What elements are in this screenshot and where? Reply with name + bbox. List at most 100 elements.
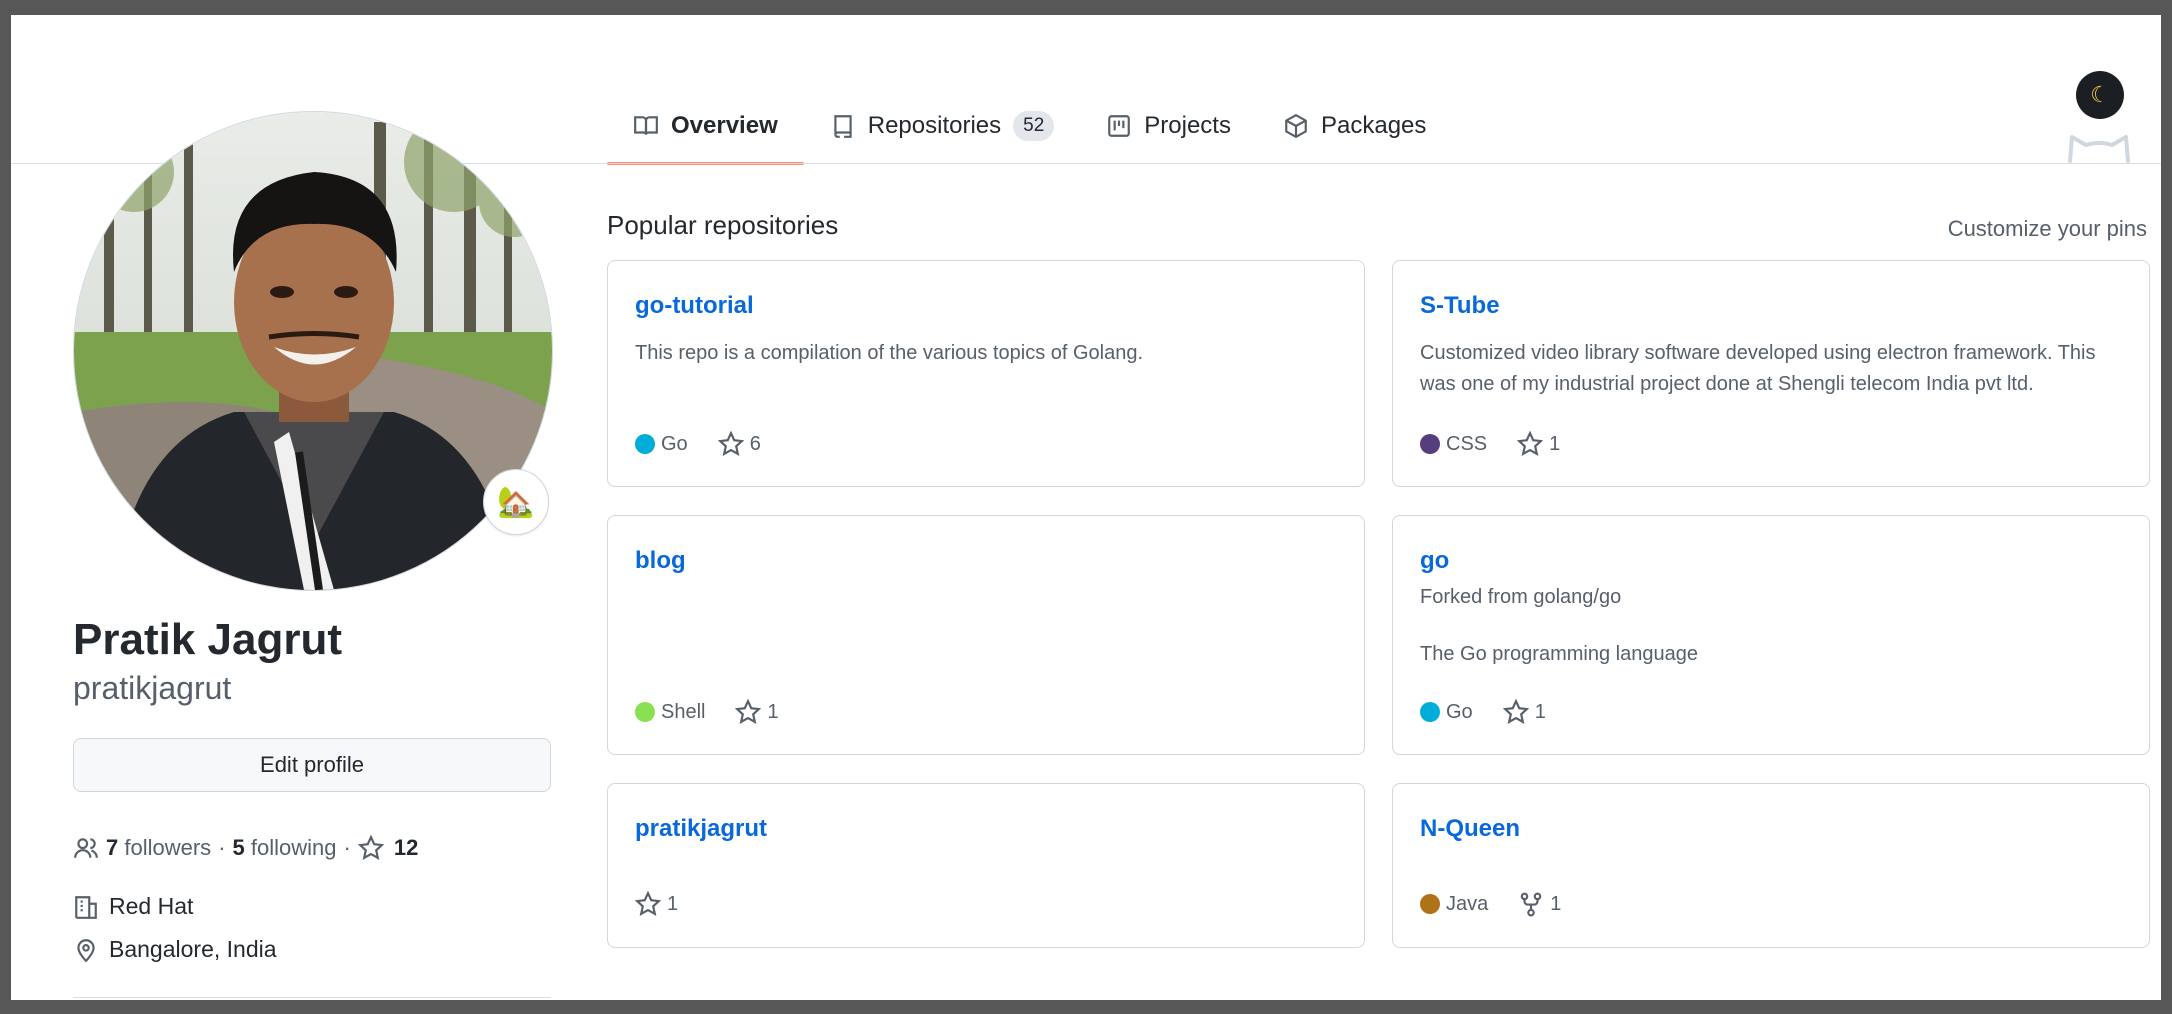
- repo-language: CSS: [1420, 433, 1487, 456]
- pinned-repo-card: blog Shell 1: [607, 515, 1365, 755]
- repo-stars[interactable]: 1: [1517, 431, 1560, 457]
- profile-page: Overview Repositories 52 Projects Packag…: [11, 15, 2161, 1000]
- tab-repositories[interactable]: Repositories 52: [804, 100, 1081, 151]
- octocat-corner-icon: [2068, 135, 2130, 163]
- repo-name-link[interactable]: S-Tube: [1420, 292, 1500, 320]
- repo-forks[interactable]: 1: [1518, 891, 1561, 917]
- profile-location: Bangalore, India: [73, 936, 277, 963]
- organization-icon: [75, 895, 97, 919]
- status-emoji-badge[interactable]: 🏡: [483, 469, 549, 535]
- follow-stats: 7 followers · 5 following · 12: [73, 835, 418, 861]
- followers-link[interactable]: 7 followers: [106, 835, 211, 861]
- company-name: Red Hat: [109, 893, 194, 919]
- tab-label: Overview: [671, 111, 778, 139]
- repo-stars[interactable]: 6: [717, 431, 761, 457]
- repo-language: Java: [1420, 893, 1488, 916]
- repo-name-link[interactable]: blog: [635, 547, 686, 575]
- repo-stars[interactable]: 1: [635, 891, 678, 917]
- repo-name-link[interactable]: go: [1420, 547, 1449, 575]
- star-icon: [1517, 431, 1544, 456]
- following-label: following: [250, 835, 337, 860]
- tab-label: Repositories: [867, 111, 1002, 139]
- star-icon: [1502, 699, 1529, 724]
- avatar-photo: [74, 112, 552, 590]
- following-count: 5: [232, 835, 245, 860]
- language-name: Go: [1446, 700, 1473, 723]
- fork-icon: [1520, 892, 1542, 917]
- tab-overview[interactable]: Overview: [607, 100, 804, 165]
- repo-stars[interactable]: 1: [1502, 699, 1546, 725]
- star-icon: [717, 431, 744, 456]
- language-name: Shell: [661, 700, 706, 723]
- separator: ·: [218, 835, 226, 860]
- language-color-dot: [1420, 894, 1440, 914]
- repo-count-badge: 52: [1013, 110, 1055, 141]
- stars-link[interactable]: 12: [357, 835, 419, 861]
- pinned-repo-card: S-Tube Customized video library software…: [1392, 260, 2150, 487]
- profile-login: pratikjagrut: [73, 670, 232, 706]
- project-icon: [1108, 114, 1131, 137]
- theme-toggle-button[interactable]: ☾: [2076, 71, 2124, 119]
- repo-description: Customized video library software develo…: [1420, 342, 2096, 395]
- stars-count: 12: [393, 835, 419, 860]
- repo-stars[interactable]: 1: [735, 699, 779, 725]
- pinned-repo-card: N-Queen Java 1: [1392, 783, 2150, 948]
- tab-packages[interactable]: Packages: [1257, 100, 1452, 151]
- repo-description: The Go programming language: [1420, 643, 1698, 665]
- language-color-dot: [635, 702, 655, 722]
- language-name: Go: [661, 432, 688, 455]
- followers-label: followers: [124, 835, 212, 860]
- repo-meta: 1: [635, 891, 678, 917]
- pinned-title: Popular repositories: [607, 210, 839, 240]
- forked-from-link[interactable]: Forked from golang/go: [1420, 586, 1621, 609]
- star-icon: [735, 699, 762, 724]
- customize-pins-link[interactable]: Customize your pins: [1948, 216, 2147, 242]
- tab-label: Projects: [1144, 111, 1231, 139]
- fork-count: 1: [1550, 892, 1562, 915]
- language-color-dot: [635, 434, 655, 454]
- location-icon: [77, 938, 95, 962]
- repo-language: Shell: [635, 701, 705, 724]
- repo-name-link[interactable]: pratikjagrut: [635, 815, 767, 843]
- profile-tabs: Overview Repositories 52 Projects Packag…: [607, 100, 1452, 165]
- repo-meta: Java 1: [1420, 891, 1561, 917]
- language-color-dot: [1420, 434, 1440, 454]
- separator: ·: [343, 835, 351, 860]
- language-color-dot: [1420, 702, 1440, 722]
- language-name: CSS: [1446, 432, 1488, 455]
- language-name: Java: [1446, 892, 1489, 915]
- repo-meta: Shell 1: [635, 699, 779, 725]
- star-count: 6: [749, 432, 761, 455]
- pinned-repo-card: go-tutorial This repo is a compilation o…: [607, 260, 1365, 487]
- book-icon: [634, 115, 658, 135]
- repo-description: This repo is a compilation of the variou…: [635, 342, 1144, 364]
- repo-name-link[interactable]: N-Queen: [1420, 815, 1520, 843]
- repo-language: Go: [635, 433, 688, 456]
- repo-icon: [834, 114, 852, 138]
- repo-meta: Go 6: [635, 431, 761, 457]
- star-count: 1: [767, 700, 779, 723]
- star-count: 1: [1534, 700, 1546, 723]
- repo-meta: CSS 1: [1420, 431, 1560, 457]
- repo-language: Go: [1420, 701, 1473, 724]
- edit-profile-button[interactable]: Edit profile: [73, 738, 551, 792]
- people-icon: [74, 838, 98, 858]
- avatar[interactable]: [73, 111, 553, 591]
- star-count: 1: [667, 892, 679, 915]
- tab-label: Packages: [1320, 111, 1427, 139]
- star-icon: [357, 835, 384, 860]
- star-icon: [635, 891, 661, 916]
- repo-meta: Go 1: [1420, 699, 1546, 725]
- pinned-repo-card: go Forked from golang/go The Go programm…: [1392, 515, 2150, 755]
- tab-projects[interactable]: Projects: [1080, 100, 1257, 151]
- moon-icon: ☾: [2090, 82, 2110, 107]
- followers-count: 7: [106, 835, 119, 860]
- package-icon: [1285, 113, 1307, 138]
- star-count: 1: [1549, 432, 1561, 455]
- following-link[interactable]: 5 following: [233, 835, 337, 861]
- sidebar-divider: [73, 997, 551, 998]
- profile-company: Red Hat: [73, 893, 193, 920]
- repo-name-link[interactable]: go-tutorial: [635, 292, 754, 320]
- pinned-repo-card: pratikjagrut 1: [607, 783, 1365, 948]
- location-name: Bangalore, India: [109, 936, 277, 962]
